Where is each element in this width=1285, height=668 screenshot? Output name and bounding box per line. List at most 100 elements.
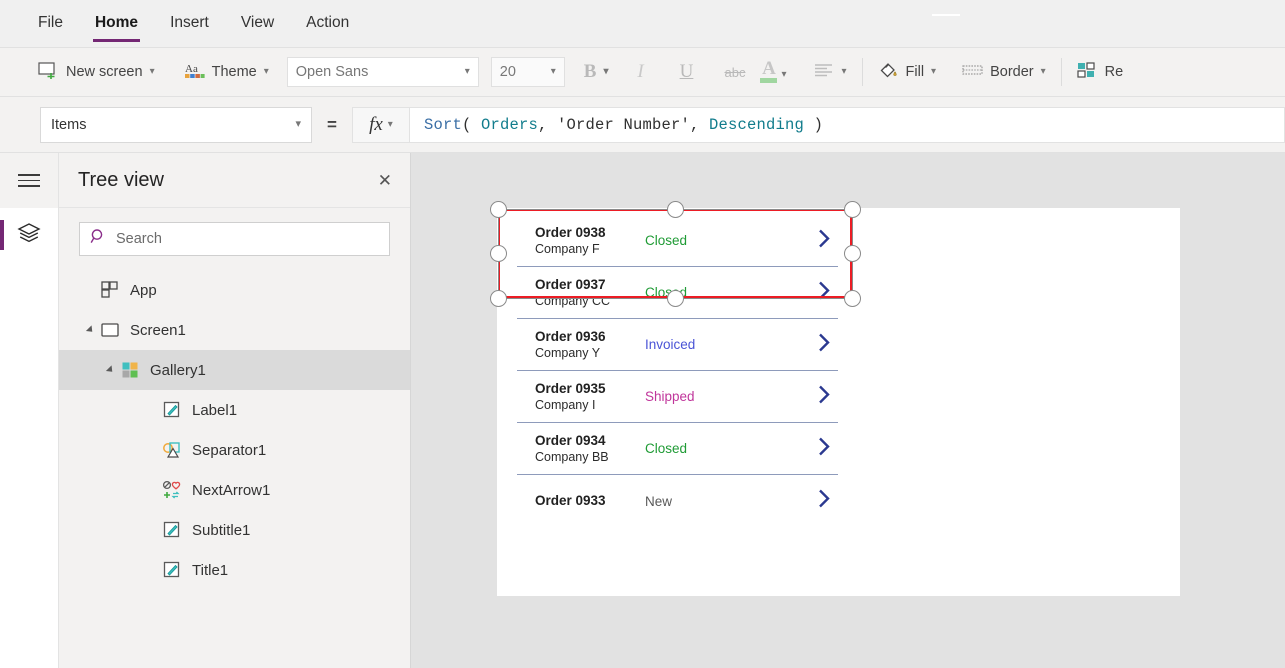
tree-item-label: App (130, 281, 157, 299)
bold-label: B (583, 61, 597, 82)
resize-handle[interactable] (666, 289, 684, 307)
search-input[interactable]: Search (79, 222, 390, 256)
app-screen[interactable]: Order 0938 Company F Closed Order 0937 Compa… (497, 208, 1180, 596)
gallery-row-title: Order 0937 (535, 276, 606, 292)
chevron-down-icon: ▾ (263, 66, 269, 77)
tree-view-panel: Tree view ✕ Search App Screen1 Gallery1 Lab… (59, 153, 411, 668)
tree-item-screen1[interactable]: Screen1 (59, 310, 410, 350)
gallery-row[interactable]: Order 0938 Company F Closed (517, 215, 838, 267)
formula-input[interactable]: Sort( Orders, 'Order Number', Descending… (409, 106, 1285, 143)
gallery-row-title: Order 0938 (535, 224, 606, 240)
formula-token: Orders (480, 115, 538, 134)
label-icon (161, 560, 183, 580)
gallery-row-titles: Order 0935 Company I (535, 381, 645, 413)
menu-item-home[interactable]: Home (92, 14, 141, 42)
fx-button[interactable]: fx ▾ (351, 106, 410, 143)
chevron-right-icon[interactable] (816, 279, 832, 306)
property-select[interactable]: Items ▾ (40, 106, 312, 143)
menu-item-file[interactable]: File (38, 14, 63, 34)
chevron-right-icon[interactable] (816, 331, 832, 358)
menu-item-view[interactable]: View (241, 14, 274, 34)
chevron-right-icon[interactable] (816, 435, 832, 462)
fill-label: Fill (905, 64, 925, 80)
chevron-down-icon: ▾ (931, 66, 937, 77)
gallery-row-title: Order 0934 (535, 432, 606, 448)
chevron-right-icon[interactable] (816, 383, 832, 410)
tree-item-app[interactable]: App (59, 270, 410, 310)
rail-item-tree-view[interactable] (0, 208, 58, 263)
tree-item-title1[interactable]: Title1 (59, 550, 410, 590)
ribbon-divider (861, 58, 863, 86)
gallery-row[interactable]: Order 0933 New (517, 475, 838, 527)
tree-item-separator1[interactable]: Separator1 (59, 430, 410, 470)
font-color-button[interactable]: A (760, 57, 778, 87)
hamburger-button[interactable] (0, 153, 58, 208)
layers-icon (17, 222, 41, 249)
gallery-row-status: Shipped (645, 389, 695, 404)
fill-bucket-icon (878, 60, 899, 84)
border-icon (962, 63, 983, 81)
border-button[interactable]: Border ▾ (956, 56, 1052, 88)
resize-handle[interactable] (489, 200, 507, 218)
expand-collapse-icon[interactable] (81, 325, 99, 335)
gallery-row-titles: Order 0936 Company Y (535, 329, 645, 361)
close-icon[interactable]: ✕ (378, 172, 392, 189)
tree-item-subtitle1[interactable]: Subtitle1 (59, 510, 410, 550)
resize-handle[interactable] (666, 200, 684, 218)
theme-icon: Aa (184, 61, 205, 83)
title-bar-artifact (932, 14, 960, 16)
gallery-row-titles: Order 0937 Company CC (535, 277, 645, 309)
new-screen-button[interactable]: New screen ▾ (32, 56, 161, 88)
gallery-row-status: Invoiced (645, 337, 696, 352)
gallery-row-status: Closed (645, 441, 688, 456)
chevron-down-icon: ▾ (149, 66, 155, 77)
resize-handle[interactable] (843, 289, 861, 307)
gallery-row-titles: Order 0934 Company BB (535, 433, 645, 465)
resize-handle[interactable] (489, 245, 507, 262)
gallery-control[interactable]: Order 0938 Company F Closed Order 0937 Compa… (517, 215, 838, 529)
formula-token: , (537, 115, 557, 134)
menu-item-action[interactable]: Action (306, 14, 349, 34)
new-screen-icon (38, 61, 59, 83)
chevron-right-icon[interactable] (816, 227, 832, 254)
gallery-row-subtitle: Company Y (535, 345, 601, 360)
menu-item-insert[interactable]: Insert (170, 14, 209, 34)
formula-token: ( (461, 115, 481, 134)
chevron-right-icon[interactable] (816, 488, 832, 515)
resize-handle[interactable] (843, 200, 861, 218)
ribbon-toolbar: New screen ▾ Aa Theme ▾ Open Sans ▾ 20 ▾… (0, 47, 1285, 97)
align-button[interactable]: ▾ (808, 56, 852, 88)
resize-handle[interactable] (489, 289, 507, 307)
tree-item-gallery1[interactable]: Gallery1 (59, 350, 410, 390)
reorder-button[interactable]: Re (1071, 56, 1130, 88)
search-placeholder: Search (116, 231, 162, 247)
font-color-label: A (762, 58, 776, 79)
tree-item-label: NextArrow1 (192, 481, 271, 499)
tree-item-label1[interactable]: Label1 (59, 390, 410, 430)
left-icon-rail (0, 153, 59, 668)
equals-sign: = (327, 114, 337, 134)
gallery-row-title: Order 0933 (535, 493, 606, 508)
fill-button[interactable]: Fill ▾ (872, 56, 943, 88)
italic-button[interactable]: I (627, 57, 653, 87)
strikethrough-button[interactable]: abc (719, 57, 750, 87)
tree-item-nextarrow1[interactable]: NextArrow1 (59, 470, 410, 510)
theme-button[interactable]: Aa Theme ▾ (179, 56, 275, 88)
font-size-value: 20 (499, 64, 516, 80)
tree-view-list: App Screen1 Gallery1 Label1 Separator1 NextAr… (59, 268, 410, 590)
resize-handle[interactable] (843, 245, 861, 262)
app-canvas: Order 0938 Company F Closed Order 0937 Compa… (411, 153, 1285, 668)
bold-button[interactable]: B ▾ (579, 57, 614, 87)
gallery-row[interactable]: Order 0934 Company BB Closed (517, 423, 838, 475)
reorder-label: Re (1104, 64, 1124, 80)
font-size-select[interactable]: 20 ▾ (490, 57, 565, 87)
formula-token: Descending (709, 115, 805, 134)
formula-token: 'Order Number' (557, 115, 691, 134)
expand-collapse-icon[interactable] (101, 365, 119, 375)
gallery-row[interactable]: Order 0935 Company I Shipped (517, 371, 838, 423)
property-value: Items (51, 116, 87, 133)
underline-button[interactable]: U (673, 57, 699, 87)
chevron-down-icon: ▾ (464, 66, 470, 77)
gallery-row[interactable]: Order 0936 Company Y Invoiced (517, 319, 838, 371)
font-name-select[interactable]: Open Sans ▾ (286, 57, 479, 87)
